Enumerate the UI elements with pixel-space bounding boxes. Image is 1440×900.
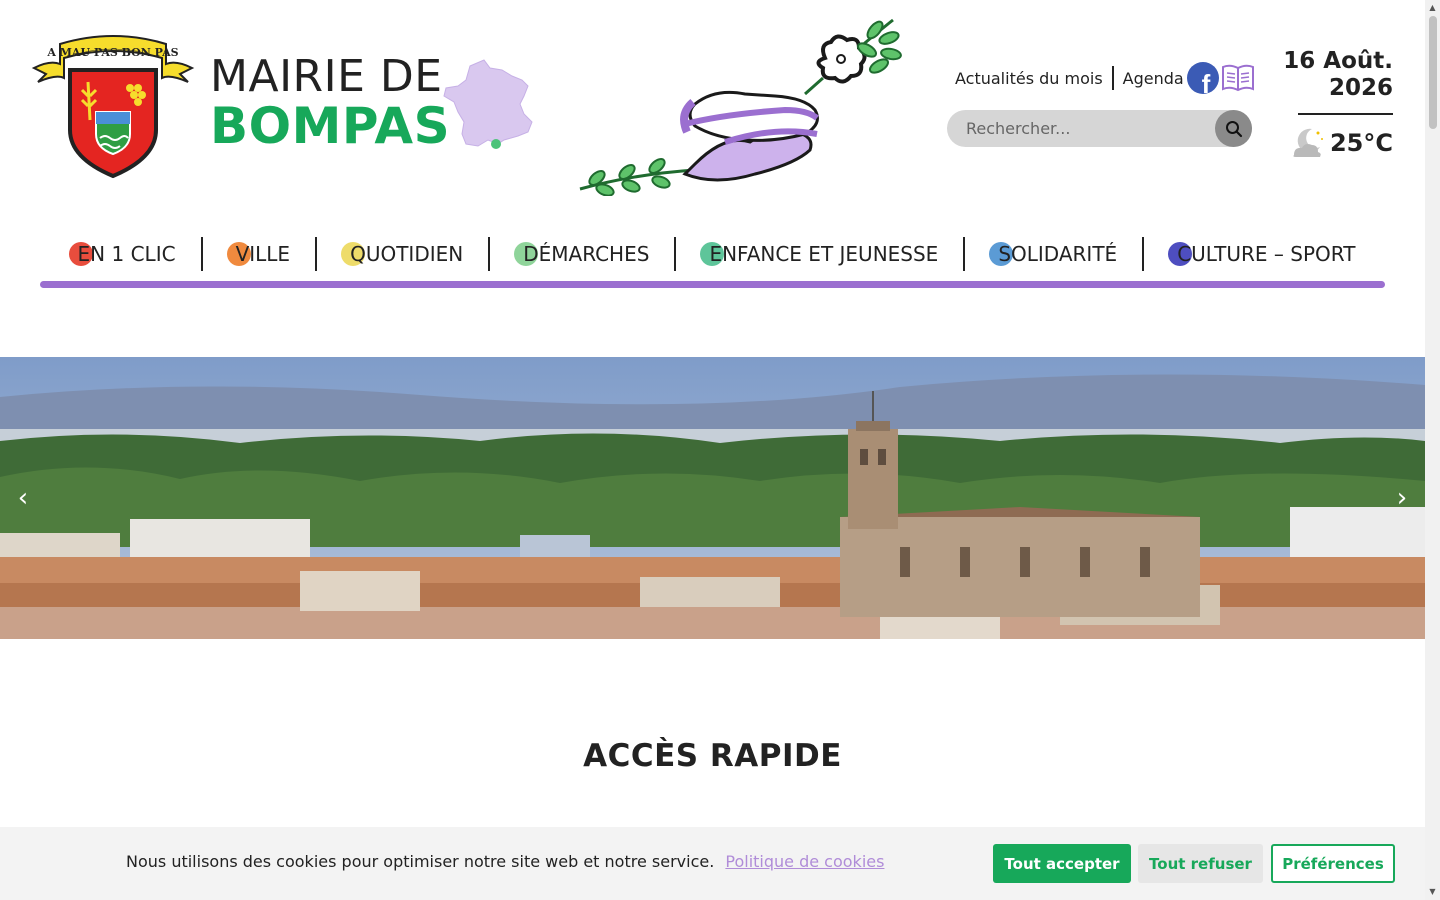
accept-all-button[interactable]: Tout accepter bbox=[993, 844, 1131, 883]
refuse-all-button[interactable]: Tout refuser bbox=[1138, 844, 1263, 883]
current-date-day: 16 Août. bbox=[1283, 48, 1393, 74]
nav-item-5[interactable]: SOLIDARITÉ bbox=[965, 237, 1142, 271]
cookie-message-text: Nous utilisons des cookies pour optimise… bbox=[126, 852, 715, 871]
cookie-message: Nous utilisons des cookies pour optimise… bbox=[126, 852, 884, 871]
nav-item-label: CULTURE – SPORT bbox=[1177, 242, 1356, 266]
moon-cloud-icon bbox=[1293, 128, 1323, 157]
preferences-button[interactable]: Préférences bbox=[1271, 844, 1395, 883]
site-title-line1: MAIRIE DE bbox=[210, 51, 443, 102]
hero-town-photo bbox=[0, 357, 1425, 639]
top-links: Actualités du mois Agenda bbox=[955, 66, 1184, 90]
search-button[interactable] bbox=[1215, 110, 1252, 147]
page-scrollbar[interactable]: ▲ ▼ bbox=[1425, 0, 1440, 900]
nav-item-label: QUOTIDIEN bbox=[350, 242, 464, 266]
link-monthly-news[interactable]: Actualités du mois bbox=[955, 69, 1103, 88]
scroll-up-arrow-icon[interactable]: ▲ bbox=[1427, 3, 1438, 13]
temperature: 25°C bbox=[1329, 129, 1393, 157]
carousel-prev-button[interactable]: ‹ bbox=[8, 483, 38, 513]
nav-item-6[interactable]: CULTURE – SPORT bbox=[1144, 237, 1380, 271]
search-input[interactable] bbox=[947, 110, 1217, 147]
france-map-icon bbox=[440, 56, 536, 152]
quick-access-title: ACCÈS RAPIDE bbox=[583, 738, 842, 774]
hero-carousel: ‹ › bbox=[0, 357, 1425, 639]
nav-item-label: DÉMARCHES bbox=[523, 242, 650, 266]
nav-item-label: EN 1 CLIC bbox=[77, 242, 176, 266]
facebook-icon[interactable]: f bbox=[1187, 62, 1219, 94]
current-date-year: 2026 bbox=[1328, 75, 1393, 101]
search-icon bbox=[1225, 120, 1242, 137]
nav-item-4[interactable]: ENFANCE ET JEUNESSE bbox=[676, 237, 963, 271]
site-title-line2: BOMPAS bbox=[210, 97, 451, 155]
nav-item-0[interactable]: EN 1 CLIC bbox=[45, 237, 201, 271]
cookie-banner: Nous utilisons des cookies pour optimise… bbox=[0, 827, 1425, 900]
date-weather-widget: 16 Août. 2026 25°C bbox=[1283, 48, 1393, 161]
current-date: 16 Août. 2026 bbox=[1283, 48, 1393, 102]
nav-underline-bar bbox=[40, 281, 1385, 288]
nav-item-label: SOLIDARITÉ bbox=[998, 242, 1118, 266]
scroll-down-arrow-icon[interactable]: ▼ bbox=[1427, 887, 1438, 897]
scrollbar-thumb[interactable] bbox=[1429, 16, 1437, 129]
date-divider bbox=[1298, 113, 1393, 115]
link-separator bbox=[1111, 66, 1114, 90]
search-box bbox=[947, 110, 1252, 147]
crest-motto: A MAU PAS BON PAS bbox=[46, 46, 178, 59]
link-agenda[interactable]: Agenda bbox=[1123, 69, 1184, 88]
chevron-right-icon: › bbox=[1396, 483, 1408, 513]
weather: 25°C bbox=[1283, 125, 1393, 161]
nav-item-label: VILLE bbox=[235, 242, 291, 266]
nav-item-2[interactable]: QUOTIDIEN bbox=[317, 237, 488, 271]
magazine-book-icon[interactable] bbox=[1221, 63, 1255, 93]
nav-item-3[interactable]: DÉMARCHES bbox=[490, 237, 674, 271]
nav-item-label: ENFANCE ET JEUNESSE bbox=[709, 242, 939, 266]
nav-item-1[interactable]: VILLE bbox=[203, 237, 316, 271]
social-links: f bbox=[1187, 62, 1255, 94]
town-crest-logo[interactable]: A MAU PAS BON PAS bbox=[30, 30, 196, 180]
peace-hands-illustration bbox=[575, 14, 905, 197]
cookie-policy-link[interactable]: Politique de cookies bbox=[725, 852, 884, 871]
chevron-left-icon: ‹ bbox=[17, 483, 29, 513]
site-title[interactable]: MAIRIE DE BOMPAS bbox=[210, 51, 451, 155]
carousel-next-button[interactable]: › bbox=[1387, 483, 1417, 513]
main-navigation: EN 1 CLIC VILLE QUOTIDIEN DÉMARCHES ENFANCE … bbox=[40, 232, 1385, 288]
